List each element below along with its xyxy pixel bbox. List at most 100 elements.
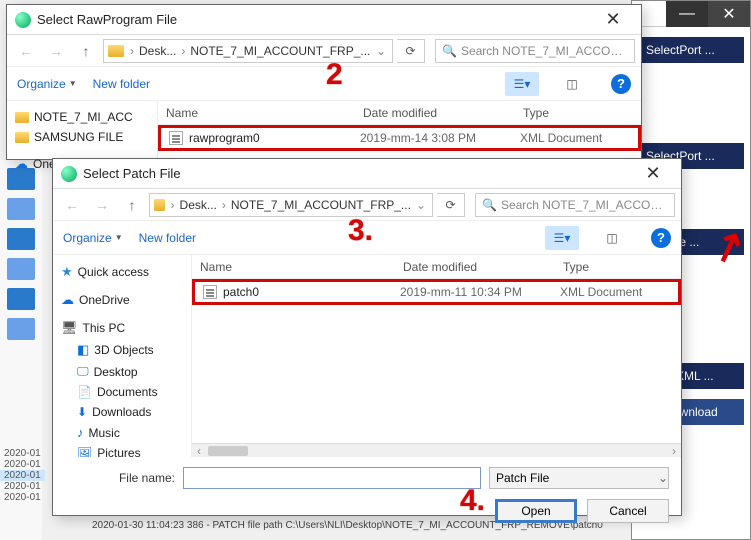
- col-type[interactable]: Type: [563, 260, 673, 274]
- cancel-button[interactable]: Cancel: [587, 499, 669, 523]
- dialog-title: Select Patch File: [83, 166, 633, 181]
- app-icon: [61, 166, 77, 182]
- path-segment[interactable]: Desk...: [177, 198, 220, 212]
- file-type: XML Document: [520, 131, 630, 145]
- file-date: 2019-mm-11 10:34 PM: [400, 285, 560, 299]
- folder-tree: ★Quick access ☁OneDrive 🖥This PC ◧3D Obj…: [53, 255, 191, 457]
- help-icon[interactable]: ?: [611, 74, 631, 94]
- col-name[interactable]: Name: [166, 106, 363, 120]
- filename-input[interactable]: [183, 467, 481, 489]
- col-date[interactable]: Date modified: [363, 106, 523, 120]
- tree-onedrive[interactable]: ☁OneDrive: [57, 289, 187, 311]
- tree-item[interactable]: NOTE_7_MI_ACC: [11, 107, 153, 127]
- col-name[interactable]: Name: [200, 260, 403, 274]
- path-segment[interactable]: NOTE_7_MI_ACCOUNT_FRP_...: [228, 198, 414, 212]
- dialog-title: Select RawProgram File: [37, 12, 593, 27]
- file-row-patch0[interactable]: patch0 2019-mm-11 10:34 PM XML Document: [192, 279, 681, 305]
- horizontal-scrollbar[interactable]: ‹ ›: [192, 443, 681, 457]
- app-icon: [15, 12, 31, 28]
- download-icon: ⬇: [77, 405, 87, 419]
- help-icon[interactable]: ?: [651, 228, 671, 248]
- strip-icon: [7, 258, 35, 280]
- file-type: XML Document: [560, 285, 670, 299]
- forward-icon[interactable]: →: [89, 192, 115, 218]
- chevron-down-icon[interactable]: ⌄: [414, 198, 428, 212]
- picture-icon: 🖼: [77, 446, 92, 457]
- col-date[interactable]: Date modified: [403, 260, 563, 274]
- titlebar: Select Patch File ✕: [53, 159, 681, 189]
- scroll-right-icon[interactable]: ›: [667, 444, 681, 458]
- strip-icon: [7, 318, 35, 340]
- xml-file-icon: [169, 131, 183, 145]
- minimize-icon[interactable]: —: [666, 1, 708, 27]
- tree-desktop[interactable]: 🖵Desktop: [57, 361, 187, 382]
- close-icon[interactable]: ✕: [708, 1, 750, 27]
- caret-down-icon: ▼: [115, 233, 123, 242]
- annotation-number-2: 2: [326, 58, 343, 92]
- chevron-right-icon: ›: [220, 198, 228, 212]
- back-icon[interactable]: ←: [13, 38, 39, 64]
- back-icon[interactable]: ←: [59, 192, 85, 218]
- view-preview-icon[interactable]: ◫: [555, 72, 589, 96]
- select-patch-dialog: Select Patch File ✕ ← → ↑ › Desk... › NO…: [52, 158, 682, 516]
- star-icon: ★: [61, 264, 73, 280]
- scroll-thumb[interactable]: [208, 446, 248, 456]
- tree-quick-access[interactable]: ★Quick access: [57, 261, 187, 283]
- view-preview-icon[interactable]: ◫: [595, 226, 629, 250]
- file-name: rawprogram0: [189, 131, 360, 145]
- folder-icon: [15, 132, 29, 143]
- search-input[interactable]: 🔍 Search NOTE_7_MI_ACCOUNT...: [435, 39, 635, 63]
- close-icon[interactable]: ✕: [593, 5, 633, 35]
- file-type-filter[interactable]: Patch File ⌄: [489, 467, 669, 489]
- up-icon[interactable]: ↑: [119, 192, 145, 218]
- column-headers[interactable]: Name Date modified Type: [158, 101, 641, 125]
- tree-documents[interactable]: 📄Documents: [57, 382, 187, 402]
- scroll-left-icon[interactable]: ‹: [192, 444, 206, 458]
- toolbar: Organize▼ New folder ☰▾ ◫ ?: [7, 67, 641, 101]
- dialog-actions: Open Cancel: [53, 499, 681, 535]
- view-details-icon[interactable]: ☰▾: [545, 226, 579, 250]
- strip-icon: [7, 198, 35, 220]
- organize-menu[interactable]: Organize▼: [17, 77, 77, 91]
- caret-down-icon: ▼: [69, 79, 77, 88]
- path-segment[interactable]: Desk...: [136, 44, 179, 58]
- forward-icon[interactable]: →: [43, 38, 69, 64]
- tree-3d-objects[interactable]: ◧3D Objects: [57, 339, 187, 361]
- column-headers[interactable]: Name Date modified Type: [192, 255, 681, 279]
- path-box[interactable]: › Desk... › NOTE_7_MI_ACCOUNT_FRP_... ⌄: [149, 193, 433, 217]
- up-icon[interactable]: ↑: [73, 38, 99, 64]
- refresh-icon[interactable]: ⟳: [397, 39, 425, 63]
- path-box[interactable]: › Desk... › NOTE_7_MI_ACCOUNT_FRP_... ⌄: [103, 39, 393, 63]
- open-button[interactable]: Open: [495, 499, 577, 523]
- path-segment[interactable]: NOTE_7_MI_ACCOUNT_FRP_...: [187, 44, 373, 58]
- file-row-rawprogram0[interactable]: rawprogram0 2019-mm-14 3:08 PM XML Docum…: [158, 125, 641, 151]
- search-icon: 🔍: [442, 44, 457, 58]
- folder-icon: [108, 45, 124, 57]
- file-name: patch0: [223, 285, 400, 299]
- search-icon: 🔍: [482, 198, 497, 212]
- tree-downloads[interactable]: ⬇Downloads: [57, 402, 187, 422]
- col-type[interactable]: Type: [523, 106, 633, 120]
- tree-this-pc[interactable]: 🖥This PC: [57, 317, 187, 339]
- xml-file-icon: [203, 285, 217, 299]
- tree-pictures[interactable]: 🖼Pictures: [57, 443, 187, 457]
- new-folder-button[interactable]: New folder: [93, 77, 150, 91]
- annotation-number-4: 4.: [460, 484, 485, 518]
- tree-music[interactable]: ♪Music: [57, 422, 187, 443]
- folder-icon: [154, 199, 165, 211]
- close-icon[interactable]: ✕: [633, 159, 673, 189]
- tree-item[interactable]: SAMSUNG FILE: [11, 127, 153, 147]
- select-port-button[interactable]: SelectPort ...: [638, 37, 744, 63]
- file-list: Name Date modified Type patch0 2019-mm-1…: [191, 255, 681, 457]
- new-folder-button[interactable]: New folder: [139, 231, 196, 245]
- chevron-down-icon[interactable]: ⌄: [374, 44, 388, 58]
- search-input[interactable]: 🔍 Search NOTE_7_MI_ACCOUNT...: [475, 193, 675, 217]
- log-timestamps: 2020-01 2020-01 2020-01 2020-01 2020-01: [0, 448, 45, 503]
- filter-label: Patch File: [496, 471, 549, 485]
- strip-icon: [7, 288, 35, 310]
- nav-bar: ← → ↑ › Desk... › NOTE_7_MI_ACCOUNT_FRP_…: [7, 35, 641, 67]
- music-icon: ♪: [77, 425, 84, 440]
- refresh-icon[interactable]: ⟳: [437, 193, 465, 217]
- view-details-icon[interactable]: ☰▾: [505, 72, 539, 96]
- organize-menu[interactable]: Organize▼: [63, 231, 123, 245]
